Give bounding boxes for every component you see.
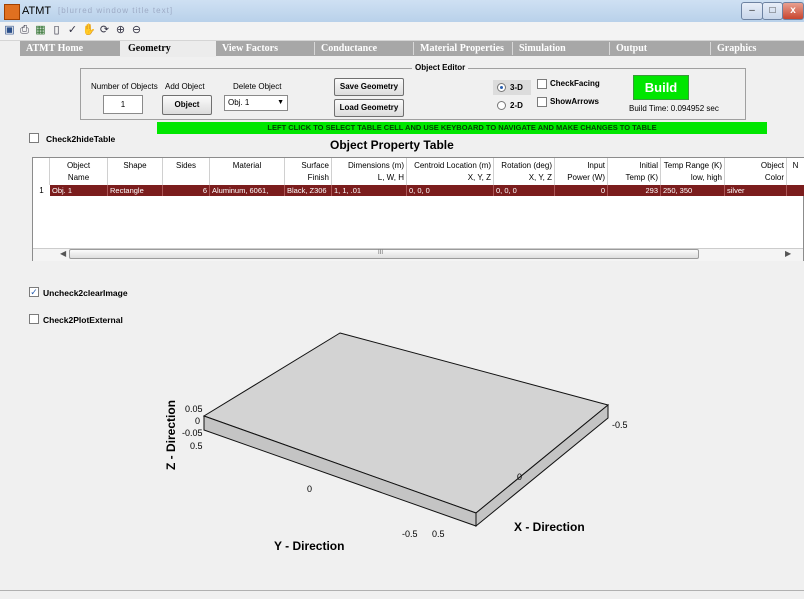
z-tick-label: -0.05 bbox=[182, 428, 203, 438]
y-tick-label: -0.5 bbox=[612, 420, 628, 430]
y-axis-title: Y - Direction bbox=[274, 539, 345, 553]
x-tick-label: 0.5 bbox=[432, 529, 445, 539]
z-tick-label: 0.5 bbox=[190, 441, 203, 451]
z-tick-label: 0.05 bbox=[185, 404, 203, 414]
z-axis-title: Z - Direction bbox=[164, 399, 178, 470]
x-tick-label: 0 bbox=[517, 472, 523, 482]
box-top-face bbox=[202, 332, 610, 514]
z-tick-label: 0 bbox=[195, 416, 201, 426]
geometry-3d-plot[interactable] bbox=[0, 0, 804, 598]
y-tick-label: 0 bbox=[307, 484, 313, 494]
x-axis-title: X - Direction bbox=[514, 520, 585, 534]
x-tick-label: -0.5 bbox=[402, 529, 418, 539]
